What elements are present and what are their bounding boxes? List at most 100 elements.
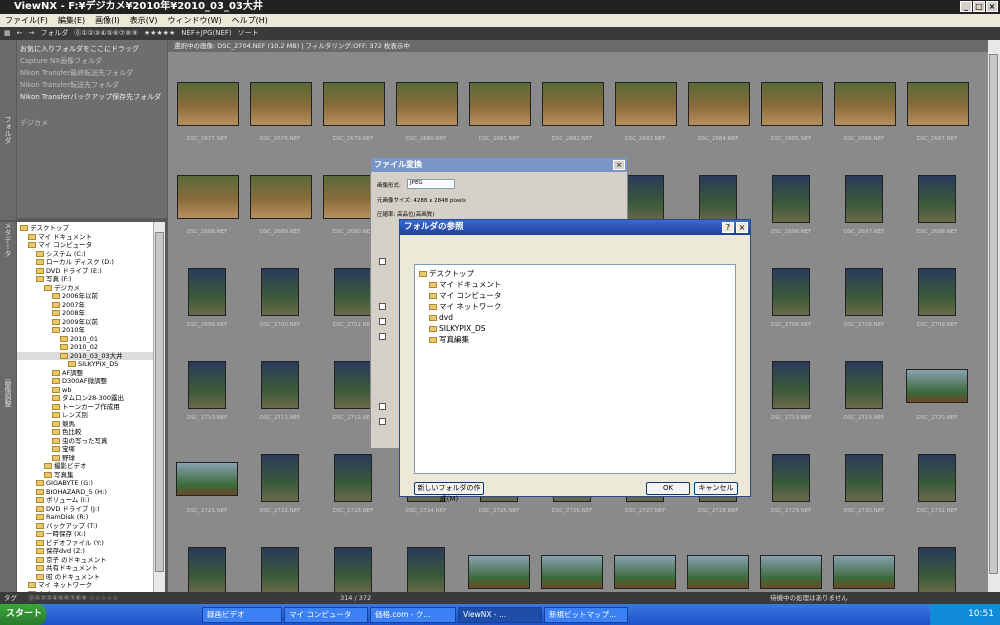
tree-item[interactable]: 2009年以前 xyxy=(17,318,153,327)
folder-dialog-close-button[interactable]: × xyxy=(736,222,748,233)
label-tags-icons[interactable]: ⓪①②③④⑤⑥⑦⑧⑨ ☆☆☆☆☆ xyxy=(28,592,118,604)
thumbnail[interactable] xyxy=(831,547,897,592)
thumbnail[interactable]: DSC_2731.NEF xyxy=(904,454,970,514)
tree-item[interactable]: ボリューム (I:) xyxy=(17,496,153,505)
thumbnail[interactable] xyxy=(320,547,386,592)
tree-item[interactable]: 2006年以前 xyxy=(17,292,153,301)
rating-filter[interactable]: ★★★★★ xyxy=(144,27,175,40)
grid-scroll-thumb[interactable] xyxy=(989,54,998,574)
thumbnail[interactable]: DSC_2679.NEF xyxy=(320,82,386,142)
option-checkbox[interactable] xyxy=(379,333,386,340)
help-button[interactable]: ? xyxy=(722,222,734,233)
option-checkbox[interactable] xyxy=(379,318,386,325)
cancel-button[interactable]: キャンセル xyxy=(694,482,738,495)
metadata-tab[interactable]: メタデータ 画像調整 xyxy=(0,222,16,592)
menu-help[interactable]: ヘルプ(H) xyxy=(227,14,273,27)
favorite-item[interactable]: Capture NX画像フォルダ xyxy=(20,55,164,67)
thumbnail[interactable]: DSC_2710.NEF xyxy=(174,361,240,421)
tree-scrollbar[interactable] xyxy=(153,222,165,592)
thumbnail[interactable]: DSC_2684.NEF xyxy=(685,82,751,142)
option-checkbox[interactable] xyxy=(379,403,386,410)
tree-item[interactable]: バックアップ (T:) xyxy=(17,522,153,531)
menu-file[interactable]: ファイル(F) xyxy=(0,14,53,27)
thumbnail[interactable]: DSC_2688.NEF xyxy=(174,175,240,235)
folder-dialog-item[interactable]: マイ ネットワーク xyxy=(419,301,731,312)
thumbnail[interactable] xyxy=(174,547,240,592)
taskbar-item[interactable]: 録画ビデオ xyxy=(202,607,282,623)
thumbnail[interactable]: DSC_2730.NEF xyxy=(831,454,897,514)
thumbnail[interactable]: DSC_2686.NEF xyxy=(831,82,897,142)
tree-item[interactable]: 2010_01 xyxy=(17,335,153,344)
close-button[interactable]: × xyxy=(986,1,998,12)
thumbnail[interactable]: DSC_2720.NEF xyxy=(904,361,970,421)
thumbnail[interactable] xyxy=(539,547,605,592)
option-checkbox[interactable] xyxy=(379,303,386,310)
tree-item[interactable]: D300AF微調整 xyxy=(17,377,153,386)
thumbnail[interactable]: DSC_2687.NEF xyxy=(904,82,970,142)
tree-item[interactable]: 保存dvd (Z:) xyxy=(17,547,153,556)
forward-icon[interactable]: → xyxy=(29,27,35,40)
file-convert-close-button[interactable]: × xyxy=(613,160,625,170)
folder-dialog-item[interactable]: マイ コンピュータ xyxy=(419,290,731,301)
tree-item[interactable]: 京子 のドキュメント xyxy=(17,556,153,565)
tree-item[interactable]: 2010年 xyxy=(17,326,153,335)
thumbnail[interactable] xyxy=(904,547,970,592)
folder-dialog-item[interactable]: マイ ドキュメント xyxy=(419,279,731,290)
thumbnail[interactable] xyxy=(758,547,824,592)
favorites-tab[interactable]: フォルダ xyxy=(0,40,16,220)
tree-item[interactable]: 色比較 xyxy=(17,428,153,437)
tree-item[interactable]: ビデオファイル (Y:) xyxy=(17,539,153,548)
menu-edit[interactable]: 編集(E) xyxy=(53,14,90,27)
favorite-item[interactable]: Nikon Transfer転送先フォルダ xyxy=(20,79,164,91)
thumbnail[interactable]: DSC_2729.NEF xyxy=(758,454,824,514)
tree-item[interactable]: 2010_02 xyxy=(17,343,153,352)
new-folder-button[interactable]: 新しいフォルダの作成(M) xyxy=(414,482,484,503)
tree-item[interactable]: 宝塚 xyxy=(17,445,153,454)
tree-item[interactable]: 2007年 xyxy=(17,301,153,310)
thumbnail[interactable]: DSC_2721.NEF xyxy=(174,454,240,514)
tree-item[interactable]: 共有ドキュメント xyxy=(17,564,153,573)
thumbnail[interactable]: DSC_2682.NEF xyxy=(539,82,605,142)
tree-item[interactable]: 2008年 xyxy=(17,309,153,318)
tree-item[interactable]: RamDisk (R:) xyxy=(17,513,153,522)
thumbnail[interactable]: DSC_2680.NEF xyxy=(393,82,459,142)
tree-item[interactable]: デスクトップ xyxy=(17,224,153,233)
favorite-item[interactable]: デジカメ xyxy=(20,117,164,129)
thumbnail[interactable]: DSC_2678.NEF xyxy=(247,82,313,142)
tree-item[interactable]: トーンカーブ作成用 xyxy=(17,403,153,412)
thumbnail[interactable] xyxy=(393,547,459,592)
thumbnail[interactable]: DSC_2677.NEF xyxy=(174,82,240,142)
thumbnail[interactable]: DSC_2723.NEF xyxy=(320,454,386,514)
thumbnail[interactable]: DSC_2696.NEF xyxy=(758,175,824,235)
tree-scroll-thumb[interactable] xyxy=(155,232,164,572)
option-checkbox[interactable] xyxy=(379,418,386,425)
thumbnail[interactable]: DSC_2697.NEF xyxy=(831,175,897,235)
thumbnail[interactable]: DSC_2719.NEF xyxy=(758,361,824,421)
tree-item[interactable]: 虫の写った写真 xyxy=(17,437,153,446)
tree-item[interactable]: システム (C:) xyxy=(17,250,153,259)
taskbar-item[interactable]: マイ コンピュータ xyxy=(284,607,368,623)
start-button[interactable]: スタート xyxy=(0,604,46,625)
thumbnail[interactable]: DSC_2708.NEF xyxy=(758,268,824,328)
back-icon[interactable]: ← xyxy=(17,27,23,40)
tree-item[interactable]: 競馬 xyxy=(17,420,153,429)
grid-scrollbar[interactable] xyxy=(988,40,1000,592)
tree-item[interactable]: GIGABYTE (G:) xyxy=(17,479,153,488)
taskbar-item[interactable]: 価格.com - ク... xyxy=(370,607,456,623)
tree-item[interactable]: 一時保存 (X:) xyxy=(17,530,153,539)
favorite-item[interactable]: Nikon Transfer最終転送先フォルダ xyxy=(20,67,164,79)
thumbnail[interactable]: DSC_2685.NEF xyxy=(758,82,824,142)
tree-item[interactable]: DVD ドライブ (E:) xyxy=(17,267,153,276)
folder-button[interactable]: フォルダ xyxy=(40,27,68,40)
thumbnail[interactable] xyxy=(247,547,313,592)
tree-item[interactable]: 写真 (F:) xyxy=(17,275,153,284)
grid-view-icon[interactable]: ▦ xyxy=(4,27,11,40)
tree-item[interactable]: マイ コンピュータ xyxy=(17,241,153,250)
tree-item[interactable]: レンズ別 xyxy=(17,411,153,420)
folder-dialog-item[interactable]: SILKYPIX_DS xyxy=(419,323,731,334)
thumbnail[interactable]: DSC_2699.NEF xyxy=(174,268,240,328)
format-filter[interactable]: NEF+JPG(NEF) xyxy=(181,27,231,40)
ok-button[interactable]: OK xyxy=(646,482,690,495)
format-select[interactable]: JPEG xyxy=(407,179,455,189)
thumbnail[interactable]: DSC_2709.NEF xyxy=(904,268,970,328)
